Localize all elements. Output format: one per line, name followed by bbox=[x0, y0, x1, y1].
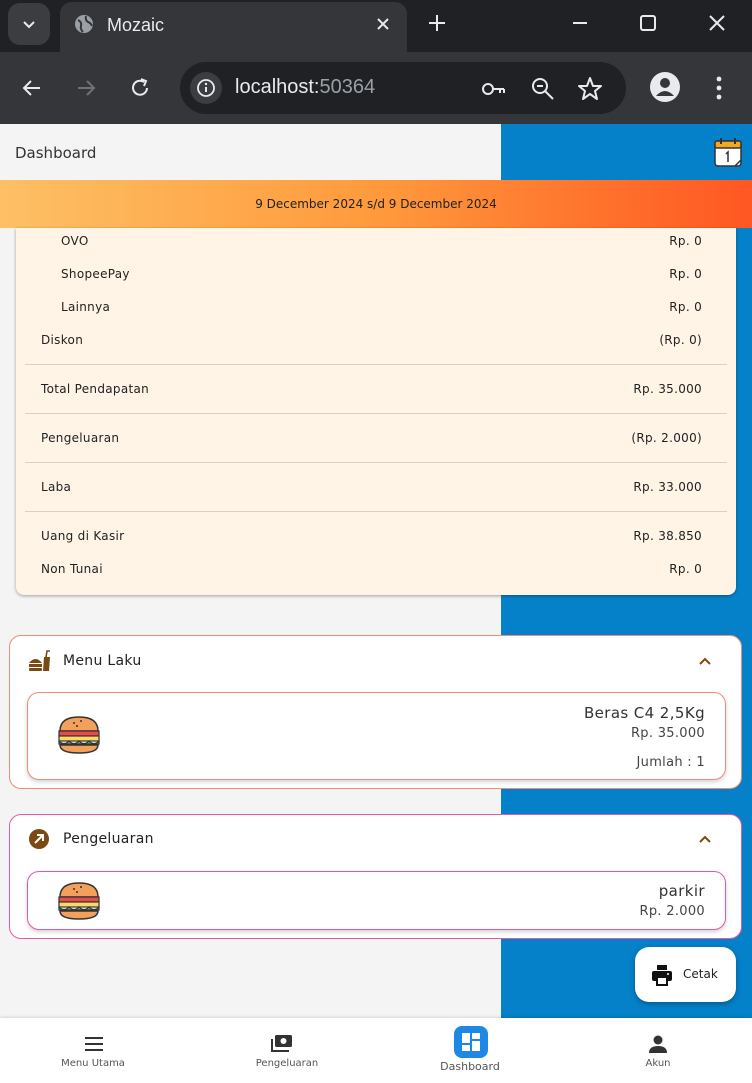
item-name: parkir bbox=[658, 882, 705, 900]
pengeluaran-section: Pengeluaran parkir Rp. 2.000 bbox=[9, 814, 742, 939]
reload-icon[interactable] bbox=[128, 76, 152, 100]
arrow-outward-icon bbox=[29, 829, 49, 849]
menu-laku-section: Menu Laku Beras C4 2,5Kg Rp. 35.000 Juml… bbox=[9, 635, 742, 789]
chevron-up-icon[interactable] bbox=[696, 652, 714, 670]
nav-label: Pengeluaran bbox=[255, 1058, 319, 1069]
maximize-icon[interactable] bbox=[637, 12, 659, 34]
person-icon bbox=[656, 78, 674, 96]
nav-item-akun[interactable]: Akun bbox=[564, 1018, 752, 1083]
burger-icon bbox=[58, 882, 100, 920]
expense-item-card[interactable]: parkir Rp. 2.000 bbox=[27, 871, 726, 930]
chevron-up-icon[interactable] bbox=[696, 830, 714, 848]
profile-avatar[interactable] bbox=[650, 72, 680, 102]
date-range-banner[interactable]: 9 December 2024 s/d 9 December 2024 bbox=[0, 180, 752, 228]
printer-icon bbox=[652, 965, 672, 986]
divider bbox=[25, 511, 727, 512]
nav-item-menu-utama[interactable]: Menu Utama bbox=[0, 1018, 188, 1083]
new-tab-icon[interactable] bbox=[426, 12, 448, 34]
window-close-icon[interactable] bbox=[706, 12, 728, 34]
calendar-icon[interactable] bbox=[713, 136, 743, 168]
date-range-text: 9 December 2024 s/d 9 December 2024 bbox=[255, 197, 497, 211]
minimize-icon[interactable] bbox=[569, 12, 591, 34]
browser-tabbar: Mozaic bbox=[0, 0, 752, 52]
print-button[interactable]: Cetak bbox=[635, 947, 736, 1002]
section-title: Pengeluaran bbox=[63, 831, 154, 847]
cash-icon bbox=[271, 1035, 292, 1052]
divider bbox=[25, 364, 727, 365]
app-root: Dashboard 9 December 2024 s/d 9 December… bbox=[0, 124, 752, 1083]
item-price: Rp. 2.000 bbox=[639, 904, 705, 919]
nav-item-pengeluaran[interactable]: Pengeluaran bbox=[188, 1018, 376, 1083]
site-info-button[interactable] bbox=[190, 72, 222, 104]
key-icon[interactable] bbox=[480, 76, 506, 102]
info-icon bbox=[197, 79, 215, 97]
url-text: localhost:50364 bbox=[235, 76, 376, 98]
nav-label: Akun bbox=[645, 1058, 671, 1069]
burger-icon bbox=[58, 716, 100, 754]
dashboard-icon bbox=[462, 1033, 480, 1051]
close-icon[interactable] bbox=[373, 14, 393, 34]
kebab-menu-icon[interactable] bbox=[708, 74, 730, 102]
forward-arrow-icon[interactable] bbox=[74, 76, 98, 100]
menu-item-card[interactable]: Beras C4 2,5Kg Rp. 35.000 Jumlah : 1 bbox=[27, 692, 726, 780]
browser-tab[interactable]: Mozaic bbox=[60, 2, 407, 52]
section-title: Menu Laku bbox=[63, 653, 142, 669]
person-icon bbox=[649, 1035, 667, 1053]
address-bar[interactable]: localhost:50364 bbox=[180, 62, 626, 114]
nav-label: Menu Utama bbox=[61, 1058, 125, 1069]
back-arrow-icon[interactable] bbox=[20, 76, 44, 100]
print-label: Cetak bbox=[683, 967, 718, 981]
browser-toolbar: localhost:50364 bbox=[0, 52, 752, 124]
divider bbox=[25, 413, 727, 414]
star-icon[interactable] bbox=[577, 76, 603, 102]
item-name: Beras C4 2,5Kg bbox=[583, 704, 705, 722]
summary-card: OVO Rp. 0 ShopeePay Rp. 0 Lainnya Rp. 0 … bbox=[16, 228, 736, 595]
page-title: Dashboard bbox=[15, 144, 97, 162]
zoom-icon[interactable] bbox=[530, 76, 556, 102]
item-quantity: Jumlah : 1 bbox=[636, 755, 705, 770]
nav-item-dashboard[interactable]: Dashboard bbox=[376, 1018, 564, 1083]
tab-search-button[interactable] bbox=[8, 3, 50, 45]
bottom-navigation: Menu Utama Pengeluaran Dashboard Akun bbox=[0, 1018, 752, 1083]
item-price: Rp. 35.000 bbox=[630, 726, 705, 741]
chevron-down-icon bbox=[23, 21, 35, 29]
fastfood-icon bbox=[29, 650, 50, 671]
nav-label: Dashboard bbox=[440, 1060, 500, 1073]
divider bbox=[25, 462, 727, 463]
globe-icon bbox=[75, 15, 93, 33]
tab-title: Mozaic bbox=[107, 15, 165, 35]
menu-icon bbox=[85, 1037, 103, 1051]
